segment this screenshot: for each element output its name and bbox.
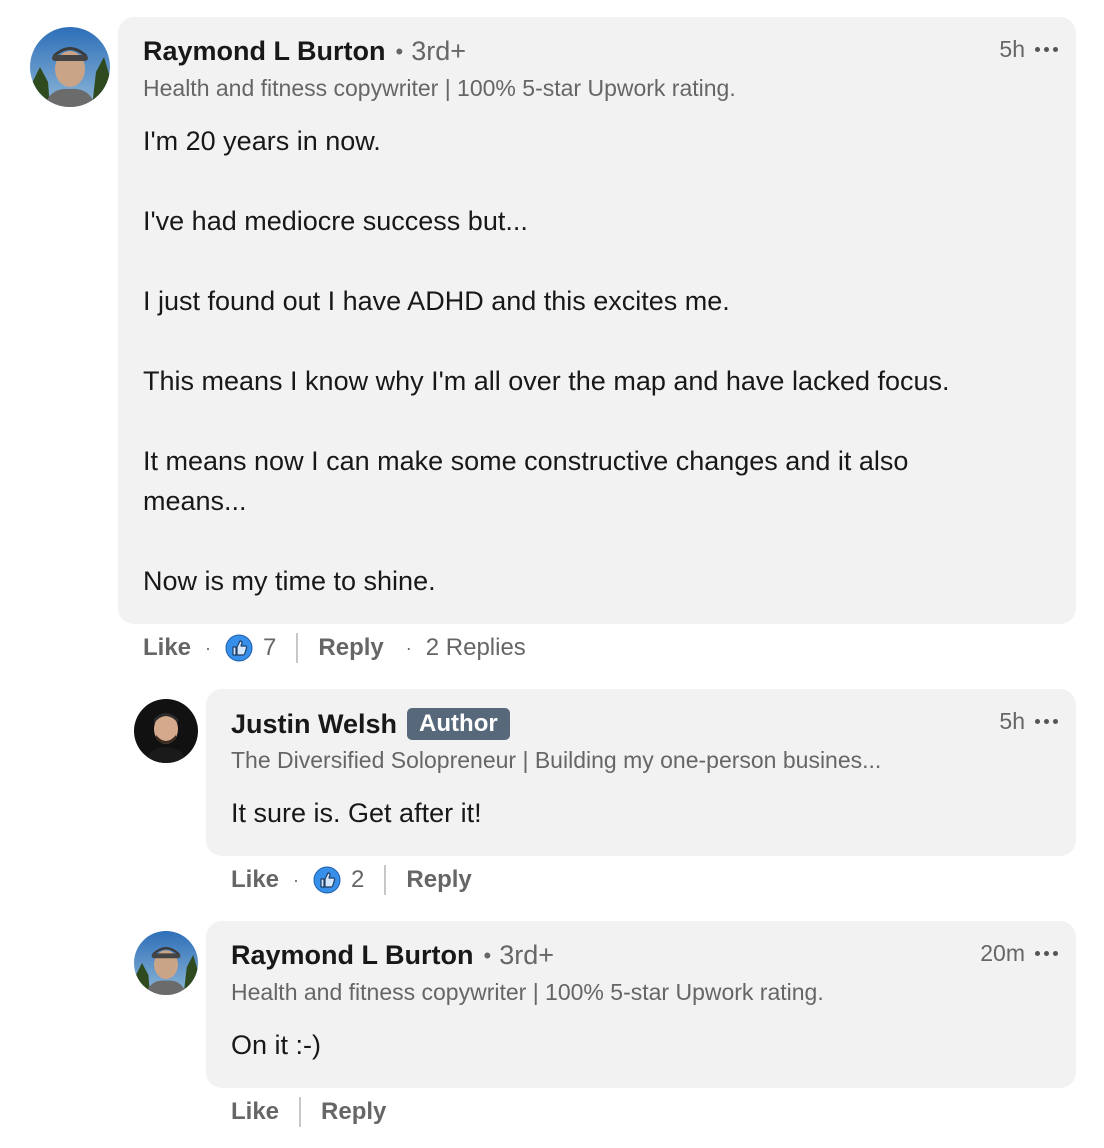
reaction-count[interactable]: 2 <box>351 866 364 894</box>
comment-actions: Like · 7 Reply · 2 Replies <box>143 633 526 663</box>
author-headline: Health and fitness copywriter | 100% 5-s… <box>143 75 736 101</box>
avatar[interactable] <box>134 699 198 763</box>
separator-dot: · <box>205 637 212 658</box>
author-name[interactable]: Justin Welsh <box>231 709 397 740</box>
separator-dot: • <box>395 38 404 64</box>
comment-text: It sure is. Get after it! <box>231 793 1031 833</box>
author-badge: Author <box>407 708 510 740</box>
divider <box>384 865 387 895</box>
comment-meta: 20m <box>980 940 1058 967</box>
comment-paragraph: I just found out I have ADHD and this ex… <box>143 286 730 316</box>
connection-degree: 3rd+ <box>411 36 466 66</box>
more-options-icon[interactable] <box>1035 951 1058 956</box>
comment-paragraph: I'm 20 years in now. <box>143 126 381 156</box>
connection-degree: 3rd+ <box>499 940 554 970</box>
comment-paragraph: I've had mediocre success but... <box>143 206 528 236</box>
author-name[interactable]: Raymond L Burton <box>143 36 386 67</box>
replies-count-link[interactable]: 2 Replies <box>426 634 526 662</box>
comment-paragraph: On it :-) <box>231 1030 322 1060</box>
comment-paragraph: Now is my time to shine. <box>143 566 436 596</box>
comment-header: Raymond L Burton • 3rd+ <box>231 940 554 971</box>
comment-actions: Like Reply <box>231 1097 386 1127</box>
avatar-photo <box>30 27 110 107</box>
author-name[interactable]: Raymond L Burton <box>231 940 474 971</box>
reply-button[interactable]: Reply <box>318 634 383 662</box>
comment-text: On it :-) <box>231 1025 1031 1065</box>
comment-header: Raymond L Burton • 3rd+ <box>143 36 466 67</box>
comment-actions: Like · 2 Reply <box>231 865 472 895</box>
reply-button[interactable]: Reply <box>406 866 471 894</box>
like-button[interactable]: Like <box>231 866 279 894</box>
reply-button[interactable]: Reply <box>321 1098 386 1126</box>
separator-dot: • <box>483 942 492 968</box>
comment-paragraph: This means I know why I'm all over the m… <box>143 366 950 396</box>
author-headline: The Diversified Solopreneur | Building m… <box>231 747 882 773</box>
avatar-photo <box>134 931 198 995</box>
author-headline: Health and fitness copywriter | 100% 5-s… <box>231 979 824 1005</box>
timestamp: 5h <box>999 36 1025 62</box>
like-button[interactable]: Like <box>231 1098 279 1126</box>
timestamp: 20m <box>980 940 1025 966</box>
divider <box>296 633 299 663</box>
comment-text: I'm 20 years in now. I've had mediocre s… <box>143 121 1023 601</box>
avatar[interactable] <box>134 931 198 995</box>
comment-meta: 5h <box>999 36 1058 63</box>
timestamp: 5h <box>999 708 1025 734</box>
like-reaction-icon[interactable] <box>313 866 341 894</box>
comment-meta: 5h <box>999 708 1058 735</box>
avatar[interactable] <box>30 27 110 107</box>
separator-dot: · <box>405 637 412 658</box>
divider <box>299 1097 302 1127</box>
reaction-count[interactable]: 7 <box>263 634 276 662</box>
more-options-icon[interactable] <box>1035 719 1058 724</box>
avatar-photo <box>134 699 198 763</box>
separator-dot: · <box>293 869 300 890</box>
more-options-icon[interactable] <box>1035 47 1058 52</box>
like-reaction-icon[interactable] <box>225 634 253 662</box>
comment-header: Justin Welsh Author <box>231 708 510 740</box>
comment-paragraph: It means now I can make some constructiv… <box>143 446 909 516</box>
like-button[interactable]: Like <box>143 634 191 662</box>
comment-paragraph: It sure is. Get after it! <box>231 798 482 828</box>
